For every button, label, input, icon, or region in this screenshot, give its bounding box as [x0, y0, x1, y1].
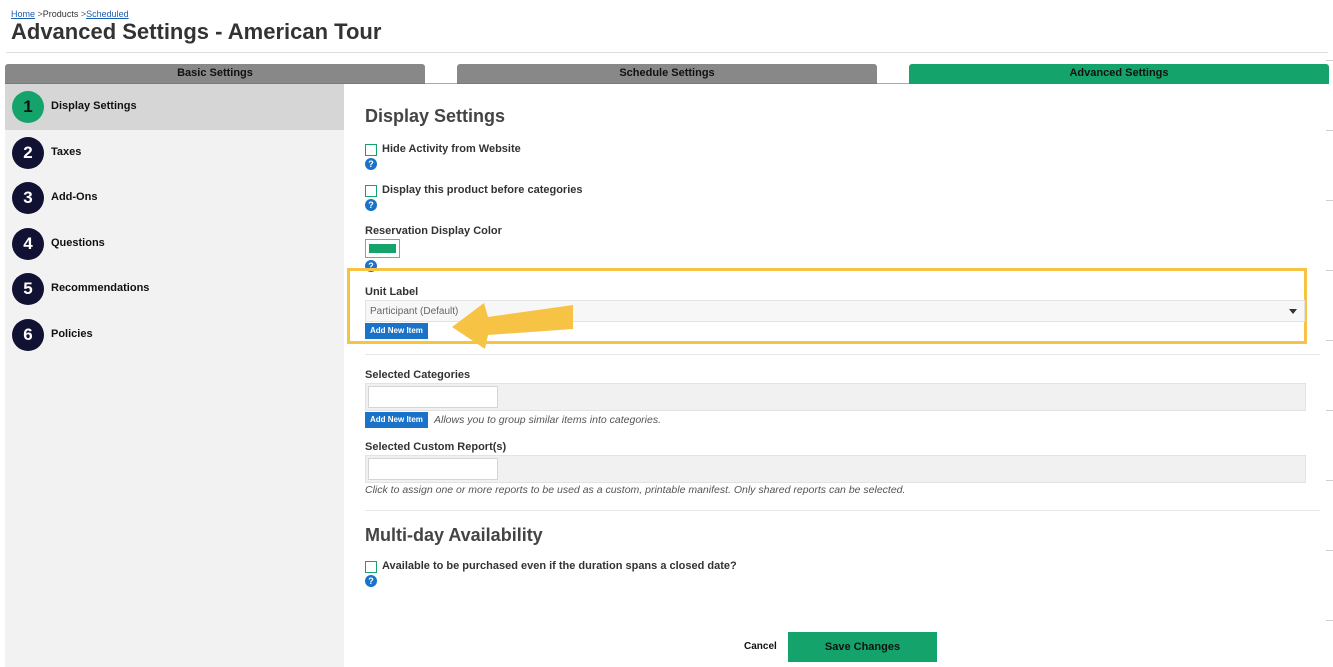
sidebar-item-add-ons[interactable]: 3 Add-Ons: [5, 175, 344, 221]
sidebar-item-policies[interactable]: 6 Policies: [5, 312, 344, 358]
display-before-categories-label: Display this product before categories: [382, 184, 583, 196]
display-settings-title: Display Settings: [365, 106, 506, 126]
categories-help-text: Allows you to group similar items into c…: [434, 414, 662, 426]
sidebar-item-label: Taxes: [51, 146, 82, 158]
breadcrumb-scheduled-link[interactable]: Scheduled: [86, 9, 129, 19]
multiday-title: Multi-day Availability: [365, 525, 543, 545]
selected-reports-label: Selected Custom Report(s): [365, 441, 507, 453]
help-icon[interactable]: ?: [365, 199, 377, 211]
tab-basic-settings[interactable]: Basic Settings: [5, 64, 425, 84]
step-number-badge: 2: [12, 137, 44, 169]
breadcrumb-products: Products: [42, 9, 79, 19]
main-content: Display Settings Hide Activity from Webs…: [344, 84, 1333, 667]
breadcrumb: Home >Products >Scheduled: [11, 9, 129, 19]
tab-advanced-settings[interactable]: Advanced Settings: [909, 64, 1329, 84]
sidebar-item-label: Policies: [51, 328, 93, 340]
unit-add-new-item-button[interactable]: Add New Item: [365, 323, 428, 339]
settings-tabs: Basic Settings Schedule Settings Advance…: [0, 64, 1333, 84]
categories-add-new-item-button[interactable]: Add New Item: [365, 412, 428, 428]
sidebar-item-display-settings[interactable]: 1 Display Settings: [5, 84, 344, 130]
save-changes-button[interactable]: Save Changes: [788, 632, 937, 662]
reservation-color-picker[interactable]: [365, 239, 400, 258]
selected-categories-input[interactable]: [368, 386, 498, 408]
sidebar-item-label: Display Settings: [51, 100, 137, 112]
sidebar-item-label: Recommendations: [51, 282, 150, 294]
display-before-categories-checkbox[interactable]: [365, 185, 377, 197]
tab-schedule-settings[interactable]: Schedule Settings: [457, 64, 877, 84]
hide-activity-checkbox[interactable]: [365, 144, 377, 156]
selected-categories-field[interactable]: [365, 383, 1306, 411]
arrow-left-icon: [452, 303, 573, 349]
section-divider: [365, 354, 1320, 355]
sidebar-item-questions[interactable]: 4 Questions: [5, 221, 344, 267]
help-icon[interactable]: ?: [365, 158, 377, 170]
multiday-available-label: Available to be purchased even if the du…: [382, 560, 737, 572]
cancel-button[interactable]: Cancel: [744, 641, 777, 652]
section-divider: [365, 510, 1320, 511]
multiday-available-checkbox-row[interactable]: Available to be purchased even if the du…: [365, 560, 765, 574]
selected-reports-field[interactable]: [365, 455, 1306, 483]
sidebar-item-taxes[interactable]: 2 Taxes: [5, 130, 344, 176]
title-divider: [6, 52, 1328, 53]
reports-help-text: Click to assign one or more reports to b…: [365, 484, 906, 496]
unit-label-value: Participant (Default): [370, 306, 459, 317]
step-number-badge: 4: [12, 228, 44, 260]
selected-reports-input[interactable]: [368, 458, 498, 480]
step-number-badge: 6: [12, 319, 44, 351]
color-fill: [369, 244, 396, 253]
hide-activity-checkbox-row[interactable]: Hide Activity from Website: [365, 143, 565, 157]
help-icon[interactable]: ?: [365, 575, 377, 587]
step-number-badge: 3: [12, 182, 44, 214]
sidebar-item-label: Questions: [51, 237, 105, 249]
selected-categories-label: Selected Categories: [365, 369, 471, 381]
unit-label-title: Unit Label: [365, 286, 419, 298]
page-edge-ticks: [1326, 0, 1333, 667]
display-before-categories-checkbox-row[interactable]: Display this product before categories: [365, 184, 605, 198]
reservation-color-label: Reservation Display Color: [365, 225, 502, 237]
page-title: Advanced Settings - American Tour: [11, 19, 382, 44]
step-number-badge: 1: [12, 91, 44, 123]
sidebar: 1 Display Settings 2 Taxes 3 Add-Ons 4 Q…: [5, 84, 344, 667]
multiday-available-checkbox[interactable]: [365, 561, 377, 573]
sidebar-item-label: Add-Ons: [51, 191, 98, 203]
hide-activity-label: Hide Activity from Website: [382, 143, 521, 155]
chevron-down-icon: [1289, 309, 1297, 314]
step-number-badge: 5: [12, 273, 44, 305]
sidebar-item-recommendations[interactable]: 5 Recommendations: [5, 266, 344, 312]
breadcrumb-home-link[interactable]: Home: [11, 9, 35, 19]
